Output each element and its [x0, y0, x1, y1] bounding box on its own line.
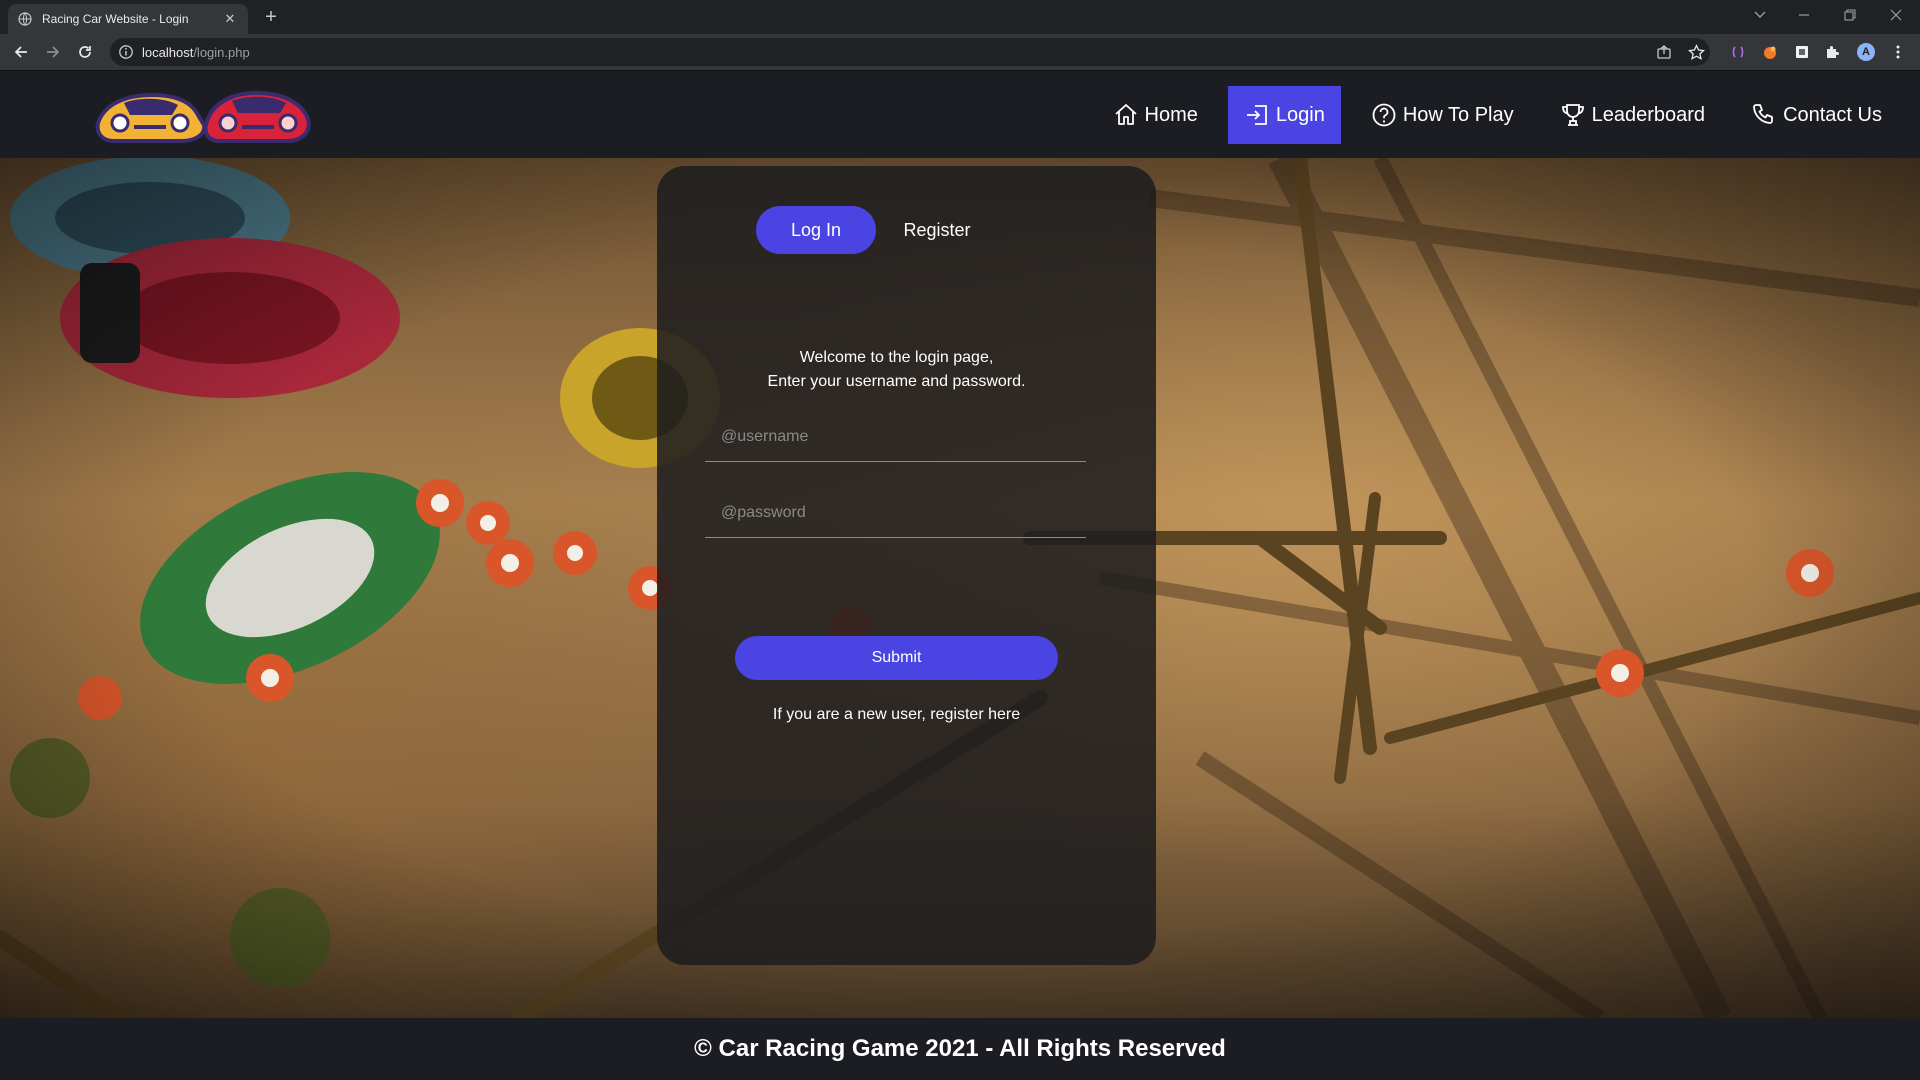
footer-copyright: © Car Racing Game 2021 - All Rights Rese…	[694, 1035, 1226, 1062]
welcome-line-2: Enter your username and password.	[767, 373, 1026, 390]
nav-login[interactable]: Login	[1227, 86, 1341, 144]
address-bar[interactable]: localhost/login.php	[110, 38, 1710, 66]
share-icon[interactable]	[1654, 42, 1674, 62]
back-arrow-icon[interactable]	[10, 42, 32, 62]
username-input[interactable]	[705, 412, 1086, 461]
username-field	[705, 412, 1086, 462]
welcome-text: Welcome to the login page, Enter your us…	[657, 346, 1136, 394]
phone-icon	[1751, 102, 1777, 128]
browser-tab-title: Racing Car Website - Login	[42, 12, 189, 26]
forward-arrow-icon[interactable]	[42, 42, 64, 62]
window-close-icon[interactable]	[1876, 2, 1916, 28]
globe-icon	[18, 12, 32, 26]
tab-register[interactable]: Register	[876, 206, 998, 254]
tab-search-icon[interactable]	[1740, 2, 1780, 28]
nav-leaderboard[interactable]: Leaderboard	[1544, 86, 1721, 144]
browser-tabstrip: Racing Car Website - Login ✕ +	[0, 0, 1920, 34]
restore-icon[interactable]	[1830, 2, 1870, 28]
profile-avatar[interactable]: A	[1856, 42, 1876, 62]
password-field	[705, 488, 1086, 538]
star-icon[interactable]	[1686, 42, 1706, 62]
footer: © Car Racing Game 2021 - All Rights Rese…	[0, 1018, 1920, 1080]
register-here-link[interactable]: If you are a new user, register here	[657, 706, 1136, 724]
submit-button[interactable]: Submit	[735, 636, 1058, 680]
close-icon[interactable]: ✕	[222, 11, 238, 27]
home-icon	[1113, 102, 1139, 128]
password-input[interactable]	[705, 488, 1086, 537]
browser-toolbar: localhost/login.php A	[0, 34, 1920, 70]
url-host: localhost	[142, 44, 194, 60]
question-circle-icon	[1371, 102, 1397, 128]
trophy-icon	[1560, 102, 1586, 128]
minimize-icon[interactable]	[1784, 2, 1824, 28]
main-nav: Home Login How To Play Leaderboard Conta…	[1083, 86, 1898, 144]
nav-contact-us[interactable]: Contact Us	[1735, 86, 1898, 144]
nav-contact-us-label: Contact Us	[1783, 103, 1882, 126]
nav-home-label: Home	[1144, 103, 1198, 126]
reload-icon[interactable]	[74, 42, 96, 62]
auth-tabs: Log In Register	[756, 206, 998, 254]
extension-brackets-icon[interactable]	[1728, 42, 1748, 62]
nav-leaderboard-label: Leaderboard	[1591, 103, 1706, 126]
logo-cars-image[interactable]	[94, 81, 314, 149]
new-tab-button[interactable]: +	[260, 6, 282, 28]
puzzle-icon[interactable]	[1822, 42, 1842, 62]
login-icon	[1244, 102, 1270, 128]
url-path: /login.php	[193, 44, 250, 60]
nav-home[interactable]: Home	[1097, 86, 1214, 144]
welcome-line-1: Welcome to the login page,	[799, 349, 994, 366]
nav-how-to-play[interactable]: How To Play	[1355, 86, 1530, 144]
extension-orange-icon[interactable]	[1760, 42, 1780, 62]
login-panel: Log In Register Welcome to the login pag…	[657, 166, 1156, 965]
tab-log-in[interactable]: Log In	[756, 206, 876, 254]
browser-tab[interactable]: Racing Car Website - Login ✕	[8, 4, 248, 34]
nav-how-to-play-label: How To Play	[1402, 103, 1514, 126]
info-icon[interactable]	[118, 44, 134, 60]
kebab-menu-icon[interactable]	[1888, 42, 1908, 62]
extension-square-icon[interactable]	[1792, 42, 1812, 62]
site-header: Home Login How To Play Leaderboard Conta…	[0, 70, 1920, 158]
nav-login-label: Login	[1275, 103, 1325, 126]
